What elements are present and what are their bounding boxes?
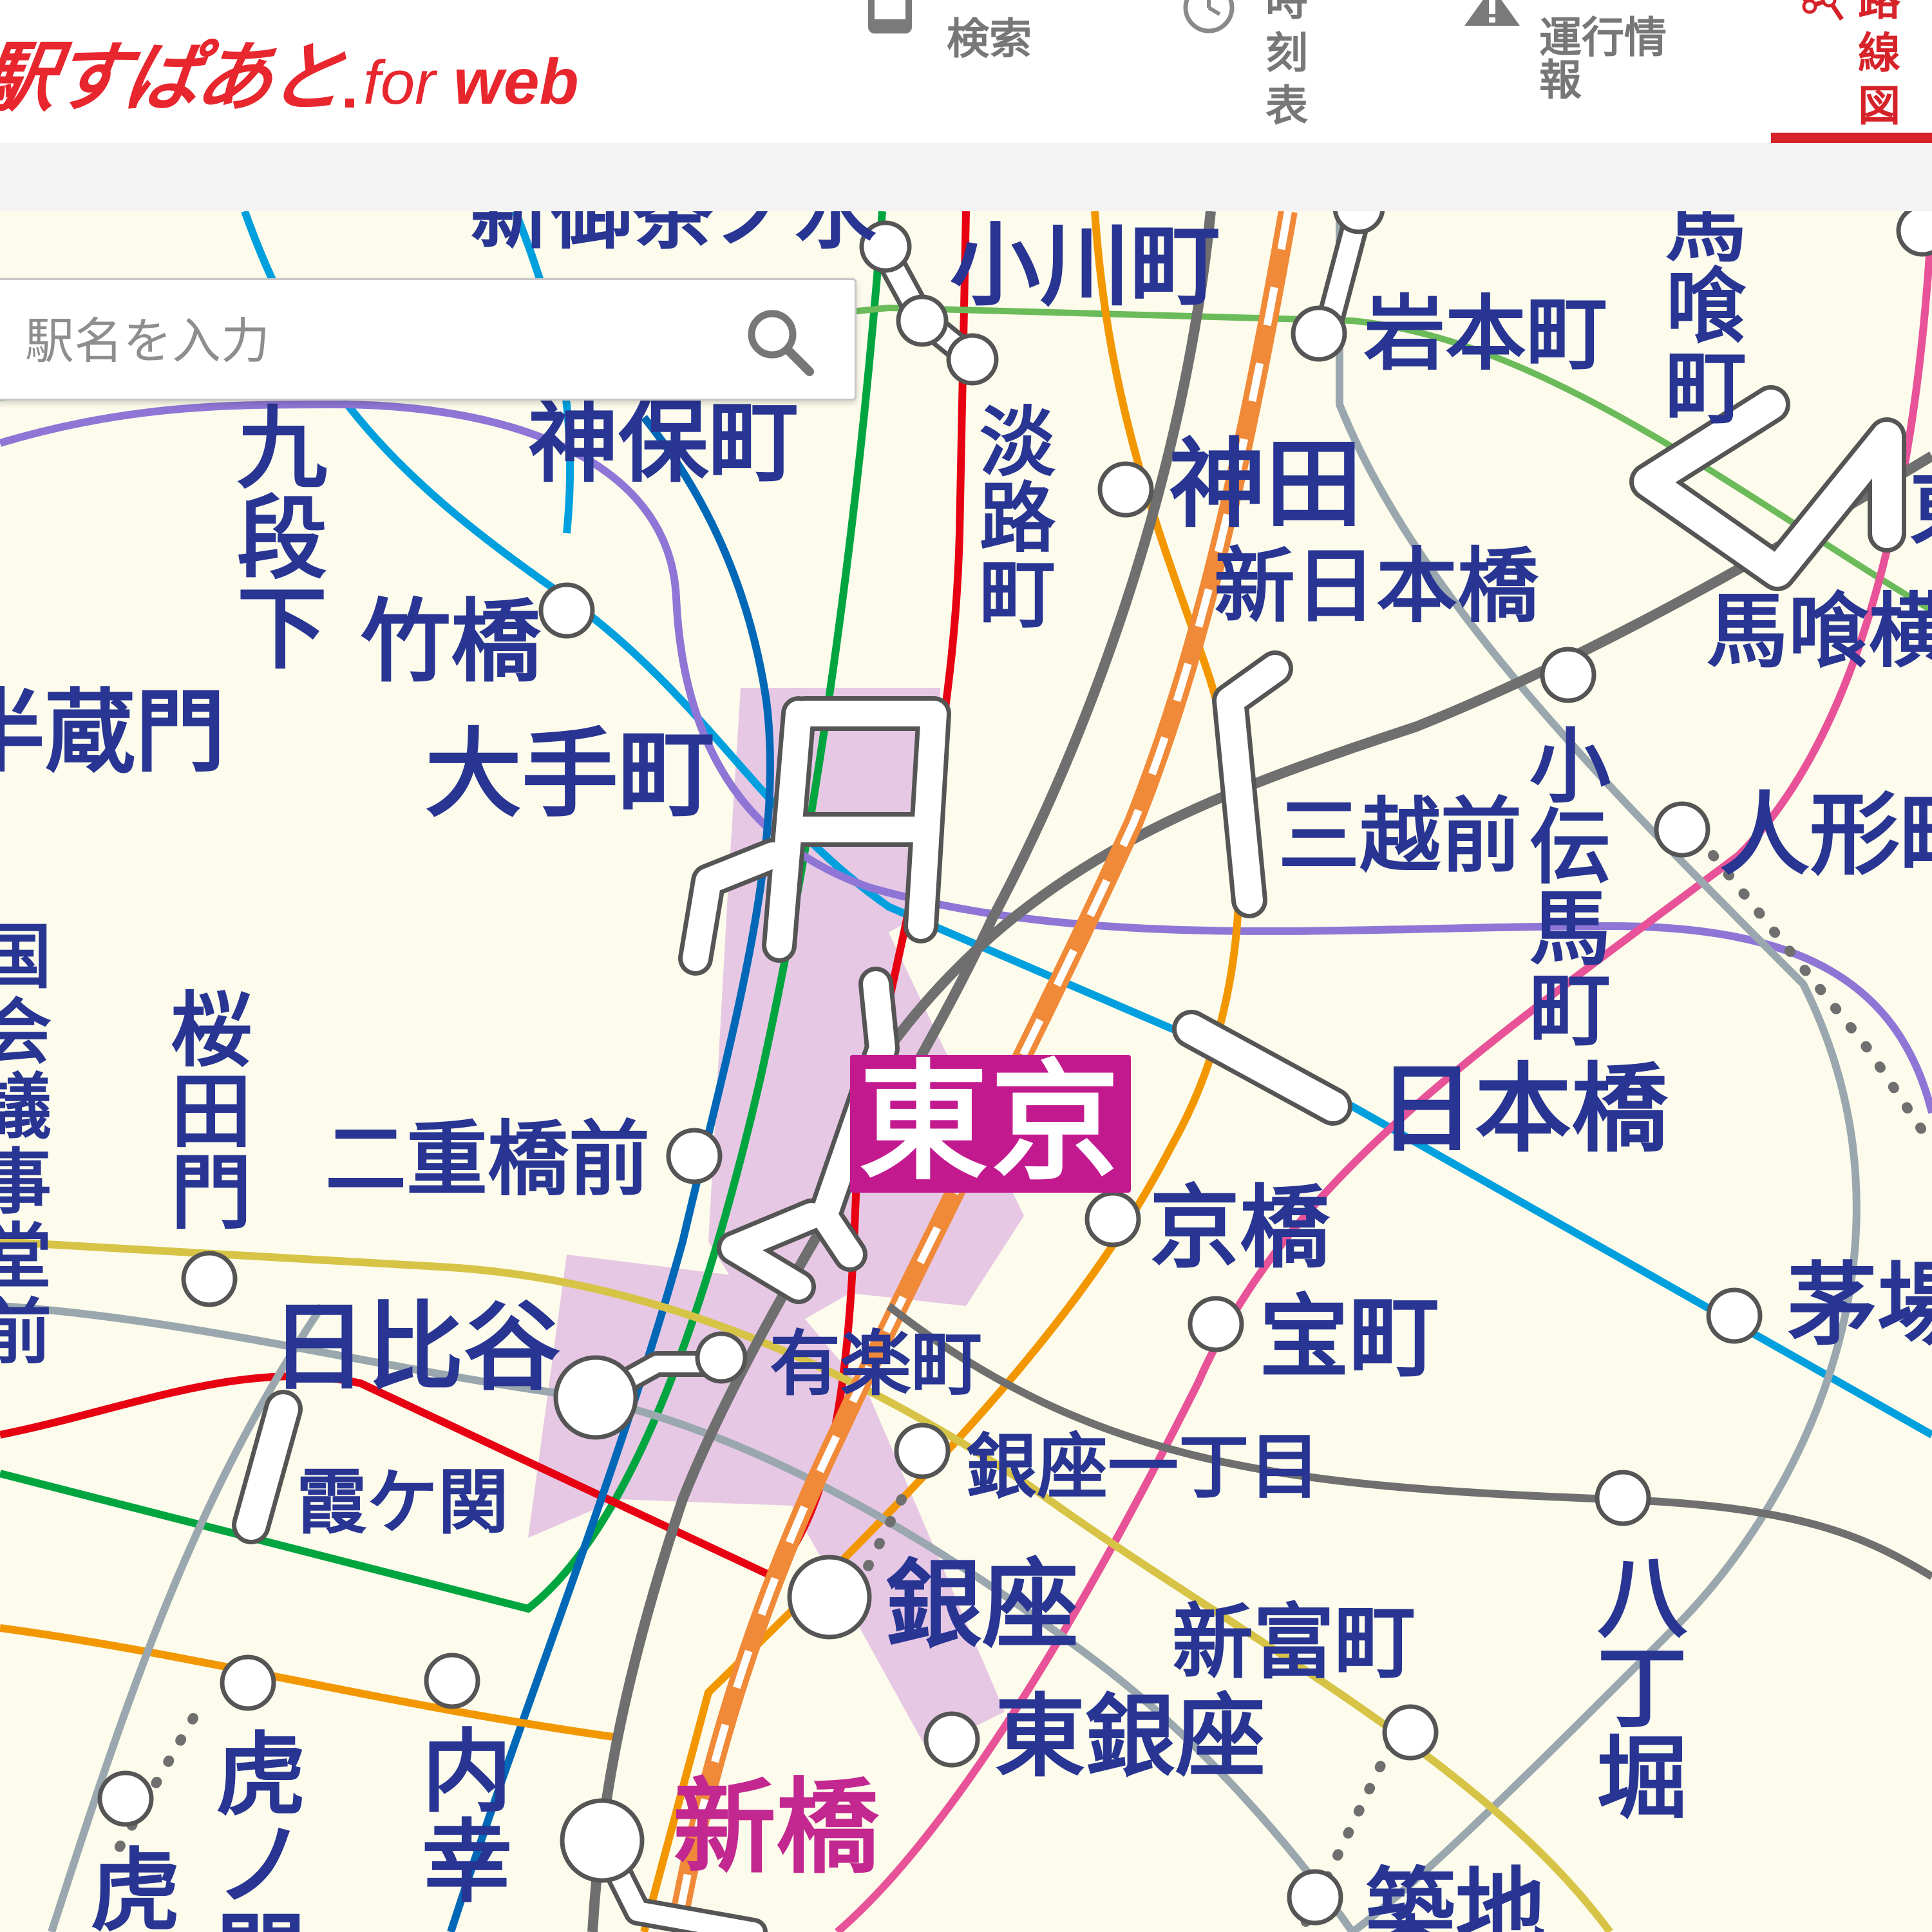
station-label-bakurocho[interactable]: 馬喰町 bbox=[1665, 211, 1747, 429]
kasumigaseki-connector-fill bbox=[236, 1394, 298, 1540]
station-label-awajicho[interactable]: 淡路町 bbox=[979, 404, 1056, 632]
toolbar-strip bbox=[0, 143, 1932, 211]
station-label-takebashi[interactable]: 竹橋 bbox=[361, 598, 541, 688]
station-marker-takebashi[interactable] bbox=[538, 582, 595, 639]
nav-search-button[interactable]: 検索 bbox=[844, 0, 1056, 143]
station-label-hatchobori[interactable]: 八丁堀 bbox=[1597, 1554, 1687, 1824]
station-marker-tsukiji[interactable] bbox=[1287, 1869, 1343, 1926]
station-label-sakuradamon[interactable]: 桜田門 bbox=[171, 990, 252, 1234]
station-label-yurakucho[interactable]: 有楽町 bbox=[770, 1329, 982, 1399]
station-label-kanda[interactable]: 神田 bbox=[1169, 437, 1362, 533]
station-marker-nijubashimae[interactable] bbox=[666, 1128, 723, 1184]
station-marker-yurakucho[interactable] bbox=[695, 1331, 748, 1384]
dotted-walkway-east bbox=[1708, 850, 1932, 1150]
station-label-ginza[interactable]: 銀座 bbox=[886, 1557, 1079, 1654]
station-marker-kanda[interactable] bbox=[1097, 461, 1154, 518]
station-marker-hatchobori[interactable] bbox=[1595, 1470, 1651, 1526]
station-label-ningyocho[interactable]: 人形町 bbox=[1719, 791, 1932, 881]
station-marker-ginza-itchome[interactable] bbox=[894, 1423, 951, 1479]
nav-search-label: 検索 bbox=[947, 14, 1032, 64]
route-map[interactable]: 小川町 岩本町 馬喰町 神保町 淡路町 神田 九段下 竹橋 新日本橋 馬喰横 半… bbox=[0, 211, 1932, 1932]
station-label-kokkaigijidomae[interactable]: 国会議事堂前 bbox=[0, 920, 52, 1370]
phone-search-icon bbox=[868, 0, 912, 33]
station-label-higashi-ginza[interactable]: 東銀座 bbox=[995, 1692, 1265, 1783]
logo-main-text: 駅すぱあと bbox=[0, 33, 348, 122]
nav-info-button[interactable]: 運行情報 bbox=[1449, 0, 1674, 143]
station-label-iwamotocho[interactable]: 岩本町 bbox=[1364, 294, 1607, 375]
station-marker-takaracho[interactable] bbox=[1188, 1296, 1244, 1352]
nihombashi-connector-fill bbox=[1177, 1014, 1348, 1121]
station-marker-uchisaiwaicho[interactable] bbox=[424, 1653, 480, 1709]
logo-for-text: for bbox=[363, 48, 436, 117]
station-marker-shimbashi[interactable] bbox=[560, 1798, 645, 1883]
station-label-jimbocho[interactable]: 神保町 bbox=[528, 398, 799, 488]
nav-timetable-button[interactable]: 時刻表 bbox=[1166, 0, 1333, 143]
station-marker-ginza[interactable] bbox=[787, 1555, 872, 1640]
station-label-uchisaiwaicho[interactable]: 内幸 bbox=[419, 1728, 515, 1908]
ginza-line-south bbox=[0, 1624, 619, 1741]
search-icon bbox=[748, 310, 814, 376]
station-label-kyobashi[interactable]: 京橋 bbox=[1150, 1184, 1330, 1274]
warning-icon bbox=[1464, 0, 1520, 26]
station-search-input[interactable] bbox=[25, 296, 708, 386]
station-marker-awajicho[interactable] bbox=[896, 294, 949, 347]
nav-active-indicator bbox=[1771, 133, 1932, 143]
nav-timetable-label: 時刻表 bbox=[1265, 0, 1308, 131]
station-marker-toranomon-hills[interactable] bbox=[97, 1770, 154, 1827]
nav-routemap-label: 路線図 bbox=[1858, 0, 1900, 131]
station-label-hibiya[interactable]: 日比谷 bbox=[270, 1300, 560, 1396]
app-logo[interactable]: 駅すぱあと for web bbox=[0, 13, 579, 142]
station-label-toranomon-hills[interactable]: 虎 bbox=[90, 1847, 180, 1932]
station-label-top-cut[interactable]: 新御茶ノ水 bbox=[470, 211, 876, 254]
station-label-kayabacho[interactable]: 茅場 bbox=[1787, 1261, 1932, 1351]
station-marker-shintomicho[interactable] bbox=[1382, 1704, 1439, 1761]
station-marker-hibiya[interactable] bbox=[553, 1355, 638, 1440]
station-marker-kayabacho[interactable] bbox=[1706, 1287, 1763, 1344]
station-label-toranomon[interactable]: 虎ノ門 bbox=[213, 1731, 309, 1932]
station-label-tsukiji[interactable]: 築地 bbox=[1365, 1866, 1546, 1932]
logo-web-text: web bbox=[453, 46, 579, 118]
station-label-kodenmacho[interactable]: 小伝馬町 bbox=[1530, 726, 1611, 1051]
app-header: 駅すぱあと for web 検索 時刻表 運行情報 路線図 bbox=[0, 0, 1932, 143]
station-label-nijubashimae[interactable]: 二重橋前 bbox=[325, 1119, 650, 1200]
logo-dot bbox=[345, 99, 355, 108]
station-marker-kyobashi[interactable] bbox=[1084, 1191, 1141, 1247]
station-label-takaracho[interactable]: 宝町 bbox=[1259, 1293, 1439, 1383]
station-label-shin-nihombashi[interactable]: 新日本橋 bbox=[1214, 546, 1539, 627]
station-label-ginza-itchome[interactable]: 銀座一丁目 bbox=[966, 1432, 1320, 1502]
station-label-nihombashi[interactable]: 日本橋 bbox=[1378, 1061, 1668, 1158]
station-label-ogawamachi[interactable]: 小川町 bbox=[950, 222, 1220, 312]
station-label-tokyo[interactable]: 東京 bbox=[850, 1055, 1132, 1193]
station-label-shintomicho[interactable]: 新富町 bbox=[1172, 1602, 1416, 1683]
station-marker-bakurocho[interactable] bbox=[1896, 211, 1932, 257]
search-button[interactable] bbox=[745, 307, 816, 378]
station-label-kudanshita[interactable]: 九段下 bbox=[237, 404, 327, 675]
station-marker-kodenmacho[interactable] bbox=[1540, 647, 1596, 703]
station-search-box bbox=[0, 278, 857, 401]
station-label-shimbashi[interactable]: 新橋 bbox=[673, 1776, 879, 1879]
station-label-hanzomon[interactable]: 半蔵門 bbox=[0, 688, 225, 778]
station-marker-toranomon[interactable] bbox=[220, 1654, 276, 1711]
route-map-icon bbox=[1802, 0, 1844, 21]
nav-routemap-button[interactable]: 路線図 bbox=[1771, 0, 1932, 143]
station-label-kasumigaseki[interactable]: 霞ケ関 bbox=[296, 1467, 509, 1538]
station-marker-iwamotocho[interactable] bbox=[1291, 305, 1347, 362]
station-marker-awajicho-2[interactable] bbox=[946, 333, 999, 386]
station-label-higashi-edge[interactable]: 東 bbox=[1909, 469, 1932, 550]
station-label-bakuroyokoyama[interactable]: 馬喰横 bbox=[1707, 591, 1932, 672]
station-marker-sakuradamon[interactable] bbox=[181, 1251, 238, 1307]
station-label-otemachi[interactable]: 大手町 bbox=[425, 726, 715, 823]
station-marker-higashi-ginza[interactable] bbox=[923, 1711, 980, 1768]
station-label-mitsukoshimae[interactable]: 三越前 bbox=[1278, 796, 1522, 877]
station-marker-ningyocho[interactable] bbox=[1654, 801, 1710, 858]
clock-icon bbox=[1183, 0, 1235, 33]
nav-info-label: 運行情報 bbox=[1539, 13, 1667, 105]
